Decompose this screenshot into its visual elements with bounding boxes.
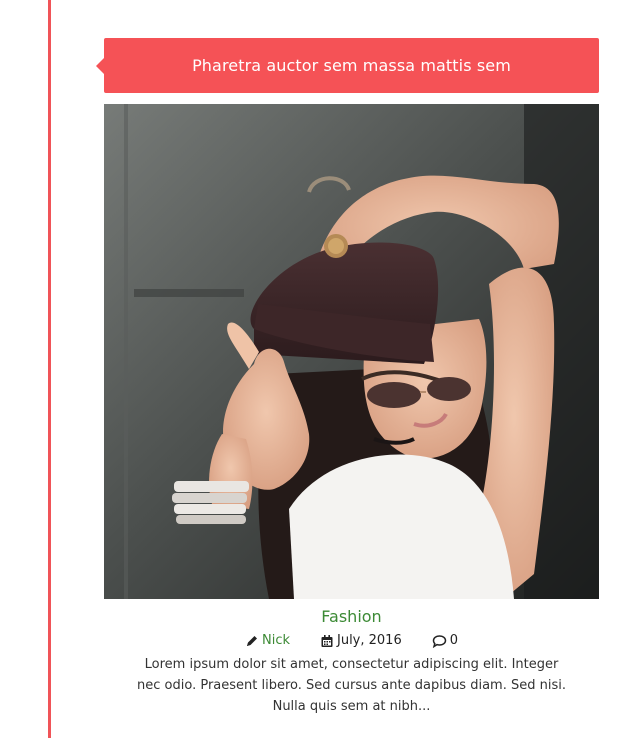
timeline-line bbox=[48, 0, 51, 738]
post-date-text: July, 2016 bbox=[337, 633, 402, 648]
post-photo bbox=[104, 104, 599, 599]
pencil-icon bbox=[246, 635, 257, 646]
post-author[interactable]: Nick bbox=[245, 633, 290, 648]
banner-arrow bbox=[96, 58, 104, 74]
post-date: July, 2016 bbox=[320, 633, 402, 648]
post-meta: Nick July, 2016 0 bbox=[104, 633, 599, 648]
post-category[interactable]: Fashion bbox=[104, 607, 599, 626]
post-image[interactable] bbox=[104, 104, 599, 599]
post-excerpt: Lorem ipsum dolor sit amet, consectetur … bbox=[137, 657, 566, 714]
post-title-banner[interactable]: Pharetra auctor sem massa mattis sem bbox=[96, 38, 599, 93]
calendar-icon bbox=[321, 634, 333, 647]
timeline-page: Pharetra auctor sem massa mattis sem Fas… bbox=[0, 0, 637, 738]
comment-icon bbox=[432, 634, 446, 648]
comment-count[interactable]: 0 bbox=[450, 633, 458, 648]
author-link[interactable]: Nick bbox=[262, 633, 290, 648]
post-comments[interactable]: 0 bbox=[432, 633, 458, 648]
post-title[interactable]: Pharetra auctor sem massa mattis sem bbox=[192, 56, 511, 75]
